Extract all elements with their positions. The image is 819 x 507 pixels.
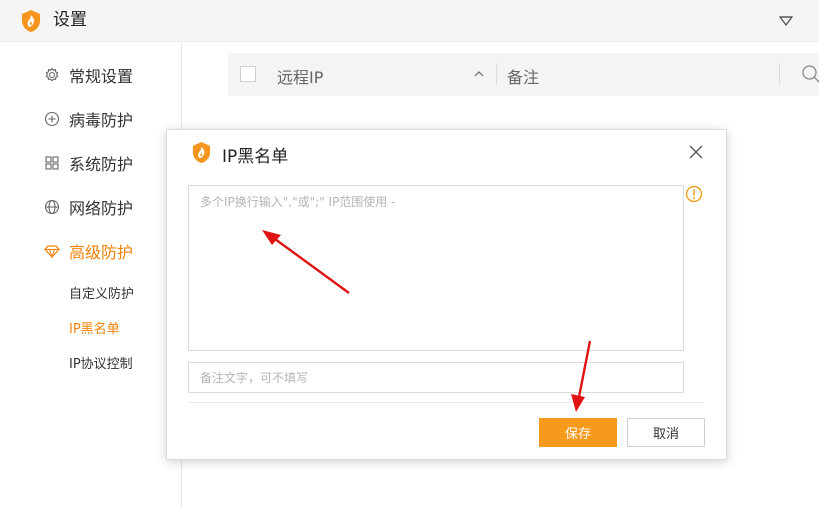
sidebar-item-label: 常规设置 — [69, 67, 134, 86]
dialog-title: IP黑名单 — [222, 147, 289, 167]
search-icon[interactable] — [801, 64, 819, 84]
sidebar-item-label: 系统防护 — [69, 155, 134, 174]
table-header: 远程IP 备注 — [228, 53, 819, 96]
dialog-divider — [188, 402, 704, 403]
sidebar-subitem-ip-protocol-control[interactable]: IP协议控制 — [69, 353, 133, 372]
sort-up-icon[interactable] — [473, 67, 485, 81]
column-divider — [496, 63, 497, 85]
ip-blacklist-dialog: IP黑名单 保存 取消 — [166, 129, 727, 460]
sidebar: 常规设置 病毒防护 系统防护 网络防护 高级防护 自定义防护 IP黑名单 IP协… — [0, 43, 182, 507]
dropdown-triangle-icon[interactable] — [779, 15, 793, 27]
note-input[interactable] — [188, 362, 684, 393]
sidebar-item-label: 高级防护 — [69, 243, 134, 262]
column-header-note[interactable]: 备注 — [507, 64, 539, 88]
sidebar-subitem-ip-blacklist[interactable]: IP黑名单 — [69, 318, 120, 337]
sidebar-item-label: 病毒防护 — [69, 111, 134, 130]
flame-shield-icon — [22, 10, 40, 32]
ip-list-textarea[interactable] — [188, 185, 684, 351]
plus-circle-icon — [44, 111, 60, 127]
flame-shield-icon — [192, 142, 211, 163]
diamond-icon — [44, 245, 60, 259]
column-header-remote-ip[interactable]: 远程IP — [277, 64, 323, 88]
gear-icon — [45, 67, 59, 82]
sidebar-item-general-settings[interactable]: 常规设置 — [44, 63, 133, 87]
sidebar-subitem-custom-protection[interactable]: 自定义防护 — [69, 283, 134, 302]
sidebar-item-advanced-protection[interactable]: 高级防护 — [44, 239, 133, 263]
sidebar-item-network-protection[interactable]: 网络防护 — [44, 195, 133, 219]
grid-icon — [45, 156, 59, 170]
close-icon[interactable] — [687, 143, 705, 161]
select-all-checkbox[interactable] — [240, 66, 256, 82]
sidebar-item-label: 网络防护 — [69, 199, 134, 218]
sidebar-item-system-protection[interactable]: 系统防护 — [44, 151, 133, 175]
app-title: 设置 — [53, 10, 87, 30]
globe-icon — [44, 199, 60, 215]
title-bar: 设置 — [0, 0, 819, 42]
warning-icon[interactable] — [685, 185, 703, 203]
sidebar-item-virus-protection[interactable]: 病毒防护 — [44, 107, 133, 131]
column-divider — [779, 63, 780, 85]
save-button[interactable]: 保存 — [539, 418, 617, 447]
cancel-button[interactable]: 取消 — [627, 418, 705, 447]
